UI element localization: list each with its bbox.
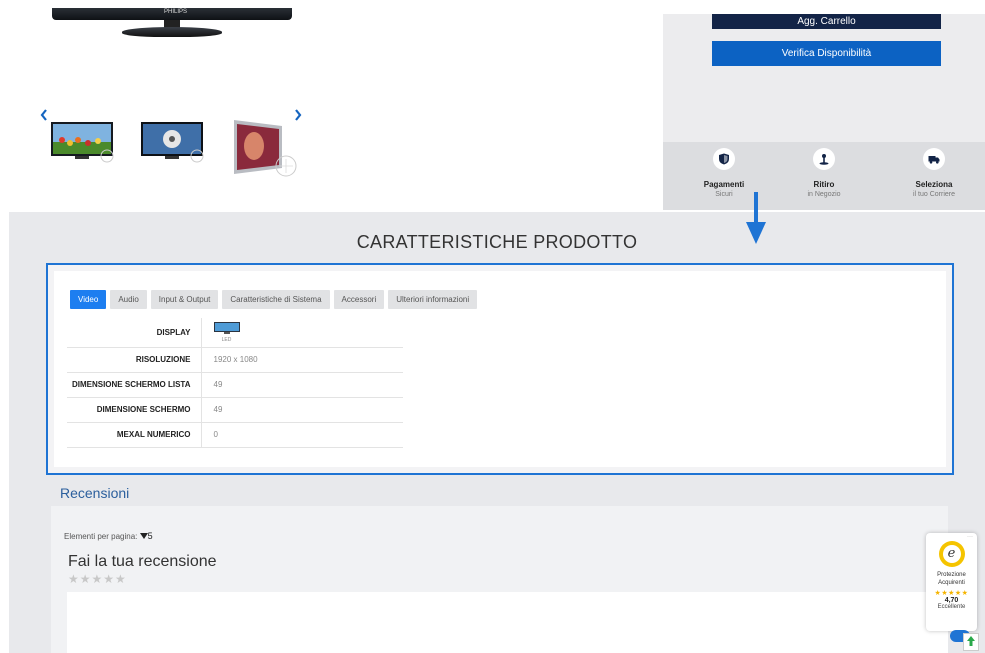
table-row: DISPLAY LED (67, 318, 403, 348)
write-review-title: Fai la tua recensione (68, 553, 217, 570)
spec-label: MEXAL NUMERICO (67, 422, 202, 448)
per-page-value: 5 (147, 531, 153, 541)
per-page-control: Elementi per pagina: 5 (64, 531, 153, 541)
feature-pickup: Ritiro in Negozio (779, 148, 869, 198)
verify-button-label: Verifica Disponibilità (781, 48, 872, 59)
spec-panel: Video Audio Input & Output Caratteristic… (46, 263, 954, 475)
tab-system-features[interactable]: Caratteristiche di Sistema (222, 290, 330, 309)
tab-input-output[interactable]: Input & Output (150, 290, 219, 309)
feature-subtitle: in Negozio (807, 191, 841, 198)
trust-badge[interactable]: ··· e Protezione Acquirenti ★★★★★ 4,70 E… (926, 533, 977, 631)
spec-value: 1920 x 1080 (201, 347, 403, 373)
badge-line1: Protezione (937, 572, 966, 578)
arrow-up-icon (967, 636, 975, 646)
shield-icon (713, 148, 735, 170)
display-type-label: LED (221, 336, 232, 343)
spec-label: DISPLAY (67, 318, 202, 348)
scroll-top-button[interactable] (963, 633, 979, 651)
thumbnail-1[interactable] (50, 118, 115, 168)
section-title: CARATTERISTICHE PRODOTTO (356, 232, 638, 252)
tab-more-info[interactable]: Ulteriori informazioni (388, 290, 478, 309)
purchase-sidebar: Agg. Carrello Verifica Disponibilità Pag… (663, 14, 985, 210)
table-row: MEXAL NUMERICO 0 (67, 422, 403, 448)
verify-availability-button[interactable]: Verifica Disponibilità (712, 41, 941, 66)
reviews-card: Elementi per pagina: 5 Fai la tua recens… (51, 506, 948, 653)
spec-label: DIMENSIONE SCHERMO LISTA (67, 372, 202, 398)
tv-brand-logo: PHILIPS (164, 9, 188, 15)
feature-payments: Pagamenti Sicuri (679, 148, 769, 198)
feature-title: Seleziona (915, 180, 953, 189)
chevron-left-icon[interactable] (40, 106, 48, 124)
tab-accessories[interactable]: Accessori (333, 290, 385, 309)
thumbnail-3[interactable] (230, 118, 298, 185)
product-features-section: CARATTERISTICHE PRODOTTO Video Audio Inp… (9, 212, 985, 653)
tv-stand-foot (122, 27, 222, 37)
tab-video[interactable]: Video (70, 290, 107, 309)
feature-title: Pagamenti (703, 180, 745, 189)
led-display-icon: LED (213, 321, 240, 343)
spec-label: DIMENSIONE SCHERMO (67, 397, 202, 423)
spec-value-display: LED (201, 318, 403, 348)
feature-subtitle: il tuo Corriere (912, 191, 955, 198)
badge-line2: Acquirenti (938, 580, 965, 586)
caret-down-icon (139, 533, 148, 539)
badge-rating: 4,70 (944, 597, 959, 604)
table-row: DIMENSIONE SCHERMO LISTA 49 (67, 372, 403, 398)
badge-label: Eccellente (937, 604, 966, 610)
spec-value: 0 (201, 422, 403, 448)
product-main-image[interactable]: PHILIPS (52, 0, 292, 40)
cart-button-label: Agg. Carrello (797, 15, 856, 27)
spec-label: RISOLUZIONE (67, 347, 202, 373)
service-features: Pagamenti Sicuri Ritiro in Negozio Selez… (663, 142, 985, 210)
spec-table: DISPLAY LED RISOLUZIONE 1920 x 1080 DIME… (67, 318, 403, 448)
spec-tabs: Video Audio Input & Output Caratteristic… (70, 290, 478, 309)
badge-protection-text: Protezione Acquirenti (926, 571, 977, 587)
badge-stars: ★★★★★ (934, 590, 969, 597)
tab-audio[interactable]: Audio (110, 290, 147, 309)
review-textarea[interactable] (67, 592, 948, 653)
feature-courier: Seleziona il tuo Corriere (889, 148, 979, 198)
table-row: DIMENSIONE SCHERMO 49 (67, 397, 403, 423)
trust-seal-icon: e (938, 541, 965, 567)
add-to-cart-button[interactable]: Agg. Carrello (712, 14, 941, 29)
seal-letter: e (942, 545, 961, 563)
pickup-pin-icon (813, 148, 835, 170)
reviews-title: Recensioni (60, 485, 130, 501)
per-page-select[interactable]: 5 (139, 531, 153, 541)
arrow-down-icon (746, 192, 766, 249)
spec-value: 49 (201, 397, 403, 423)
per-page-label: Elementi per pagina: (64, 532, 138, 541)
spec-value: 49 (201, 372, 403, 398)
product-page: PHILIPS Agg. Carrello Verifica Disponibi… (0, 0, 985, 653)
truck-icon (923, 148, 945, 170)
spec-panel-inner: Video Audio Input & Output Caratteristic… (54, 271, 946, 467)
feature-title: Ritiro (813, 180, 835, 189)
rating-stars-input[interactable]: ★★★★★ (68, 572, 127, 586)
table-row: RISOLUZIONE 1920 x 1080 (67, 347, 403, 373)
more-icon[interactable]: ··· (967, 534, 973, 540)
thumbnail-2[interactable] (140, 118, 205, 168)
